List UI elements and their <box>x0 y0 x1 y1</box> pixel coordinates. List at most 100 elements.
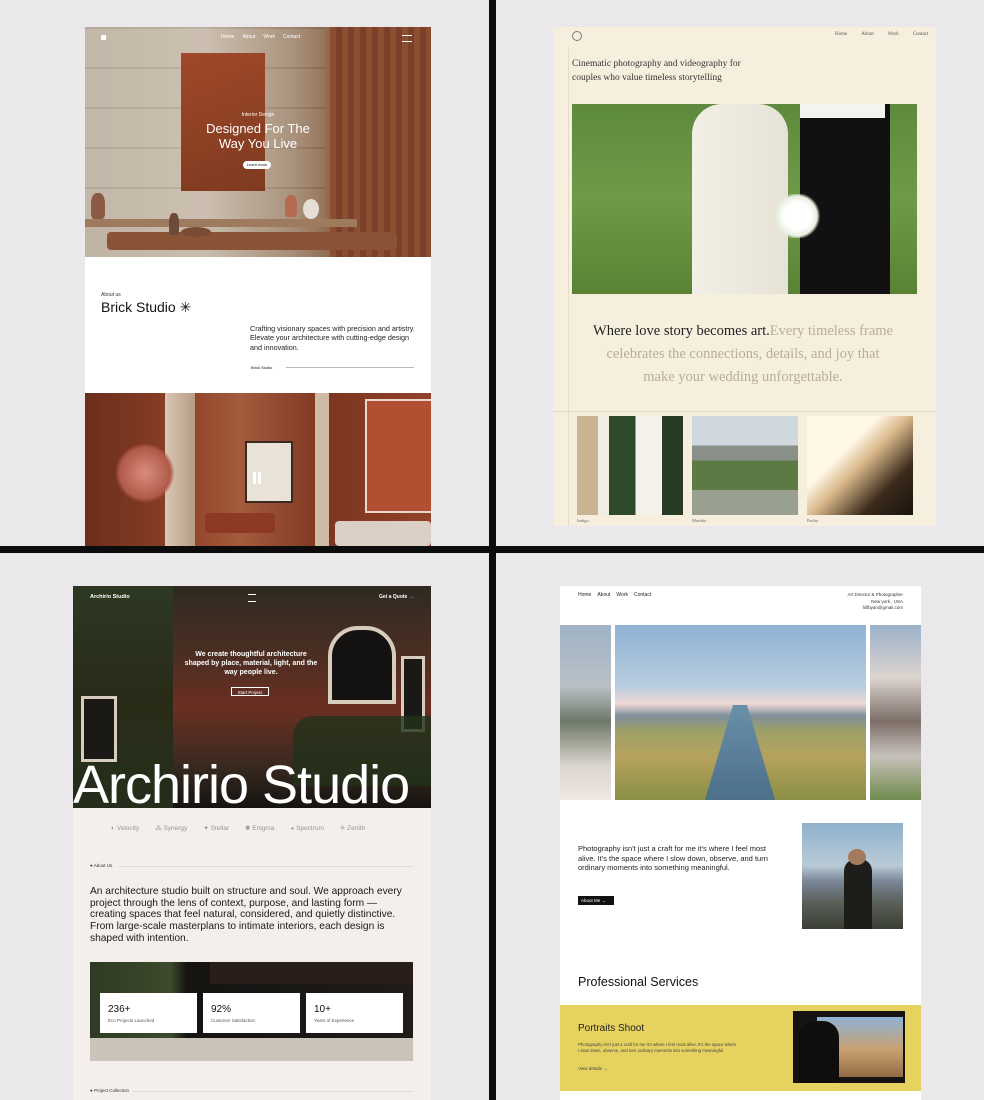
nav-about[interactable]: About <box>597 592 610 598</box>
service-text: Photography isn't just a craft for me it… <box>578 1042 737 1053</box>
about-label: About us <box>101 292 121 298</box>
logo-synergy: ⁂ Synergy <box>155 825 188 832</box>
nav-contact[interactable]: Contact <box>913 32 929 37</box>
gallery-image <box>807 416 913 515</box>
interior-image <box>85 393 431 546</box>
stat-label: Customer Satisfaction <box>211 1018 256 1023</box>
logo-stellar: ✦ Stellar <box>203 825 230 832</box>
portrait-image <box>802 823 903 929</box>
left-rule <box>568 47 569 526</box>
nav-home[interactable]: Home <box>578 592 591 598</box>
archirio-panel: Archirio Studio Get a Quote → We create … <box>73 586 431 1100</box>
stat-card: 10+ Years of Experience <box>306 993 403 1033</box>
logo-zenith: ✳ Zenith <box>339 825 366 832</box>
gallery-image-right <box>870 625 921 800</box>
nav-work[interactable]: Work <box>616 592 628 598</box>
stat-card: 236+ Eco Projects Launched <box>100 993 197 1033</box>
hero-headline: Designed For The Way You Live <box>85 121 431 151</box>
hero-headline-line2: Way You Live <box>218 136 298 151</box>
service-card[interactable]: Portraits Shoot Photography isn't just a… <box>560 1005 921 1091</box>
gallery-item[interactable]: Monika <box>692 416 798 526</box>
about-rule <box>118 866 414 867</box>
brick-studio-panel: Home About Work Contact Interior Design Des… <box>85 27 431 546</box>
nav-home[interactable]: Home <box>835 32 847 37</box>
top-nav: Home About Work Contact <box>835 32 928 37</box>
brand[interactable]: Archirio Studio <box>90 594 130 600</box>
nav-work[interactable]: Work <box>888 32 899 37</box>
stat-label: Eco Projects Launched <box>108 1018 155 1023</box>
couple-image <box>572 104 917 294</box>
nav-home[interactable]: Home <box>221 34 234 40</box>
nav-contact[interactable]: Contact <box>283 34 300 40</box>
services-title: Professional Services <box>578 975 699 989</box>
collection-label: ● Project Collection <box>90 1088 129 1093</box>
table <box>107 232 397 250</box>
nav-about[interactable]: About <box>861 32 874 37</box>
wedding-panel: Home About Work Contact Cinematic photograp… <box>553 27 936 526</box>
contact-info: Art Director & Photographer New york , U… <box>790 592 903 612</box>
gallery-item[interactable]: Indigo <box>577 416 683 526</box>
footer-line <box>286 367 414 368</box>
hero-headline-line1: Designed For The <box>206 121 310 136</box>
about-me-label: About Me <box>581 898 601 903</box>
menu-icon[interactable] <box>248 594 256 602</box>
top-nav: Home About Work Contact <box>221 34 308 40</box>
view-details-label: View details <box>578 1066 602 1071</box>
gallery-rule <box>553 411 936 412</box>
gallery-image-main <box>615 625 866 800</box>
email[interactable]: hillbyan@gmail.com <box>790 605 903 612</box>
asterisk-icon: ✳ <box>179 299 192 315</box>
get-quote-link[interactable]: Get a Quote → <box>379 594 414 600</box>
stat-value: 92% <box>211 1004 232 1015</box>
gallery-caption: Monika <box>692 518 706 523</box>
nav-work[interactable]: Work <box>263 34 275 40</box>
logo-velocity: ◐ Velocity <box>111 825 140 832</box>
hero-tagline: We create thoughtful architecture shaped… <box>184 651 318 676</box>
logo-spectrum: ◕ Spectrum <box>290 825 324 832</box>
logo-enigma: ✺ Enigma <box>245 825 275 832</box>
stat-card: 92% Customer Satisfaction <box>203 993 300 1033</box>
studio-title: Brick Studio ✳ <box>101 299 191 316</box>
pause-icon[interactable] <box>253 472 261 484</box>
photographer-panel: Home About Work Contact Art Director & Phot… <box>560 586 921 1100</box>
statement: Where love story becomes art.Every timel… <box>593 320 893 389</box>
studio-description: Crafting visionary spaces with precision… <box>250 324 415 352</box>
about-me-button[interactable]: About Me → <box>578 896 614 905</box>
stat-value: 236+ <box>108 1004 131 1015</box>
big-title: Archirio Studio <box>73 755 410 815</box>
arrow-right-icon: → <box>603 1066 608 1071</box>
arrow-right-icon: → <box>601 898 607 903</box>
intro-text: Cinematic photography and videography fo… <box>572 59 741 83</box>
statement-dark: Where love story becomes art. <box>593 323 770 339</box>
studio-name: Brick Studio <box>101 299 176 315</box>
about-label: ● About Us <box>90 863 113 868</box>
arrow-right-icon: → <box>408 594 414 600</box>
collection-rule <box>133 1091 413 1092</box>
horizontal-divider <box>0 546 984 553</box>
gallery-image <box>577 416 683 515</box>
learn-more-button[interactable]: Learn more <box>243 161 271 169</box>
nav-contact[interactable]: Contact <box>634 592 651 598</box>
hero-eyebrow: Interior Design <box>241 112 275 118</box>
gallery-image <box>692 416 798 515</box>
gallery-item[interactable]: Pacha <box>807 416 913 526</box>
gallery-caption: Indigo <box>577 518 589 523</box>
gallery-image-left <box>560 625 611 800</box>
service-image <box>793 1011 905 1083</box>
menu-icon[interactable] <box>402 35 412 42</box>
monogram-icon[interactable] <box>572 31 582 41</box>
stat-value: 10+ <box>314 1004 331 1015</box>
top-nav: Home About Work Contact <box>578 592 651 598</box>
view-details-link[interactable]: View details → <box>578 1066 608 1071</box>
start-project-button[interactable]: Start Project <box>231 687 269 696</box>
footer-label: Brick Studio <box>251 365 273 370</box>
logo-strip: ◐ Velocity ⁂ Synergy ✦ Stellar ✺ Enigma ◕ Sp… <box>111 824 431 832</box>
about-text: An architecture studio built on structur… <box>90 886 402 944</box>
logo-icon[interactable] <box>101 35 106 40</box>
service-name: Portraits Shoot <box>578 1023 645 1034</box>
get-quote-label: Get a Quote <box>379 594 408 600</box>
stat-label: Years of Experience <box>314 1018 355 1023</box>
nav-about[interactable]: About <box>242 34 255 40</box>
gallery-caption: Pacha <box>807 518 818 523</box>
bio-text: Photography isn't just a craft for me it… <box>578 844 768 872</box>
